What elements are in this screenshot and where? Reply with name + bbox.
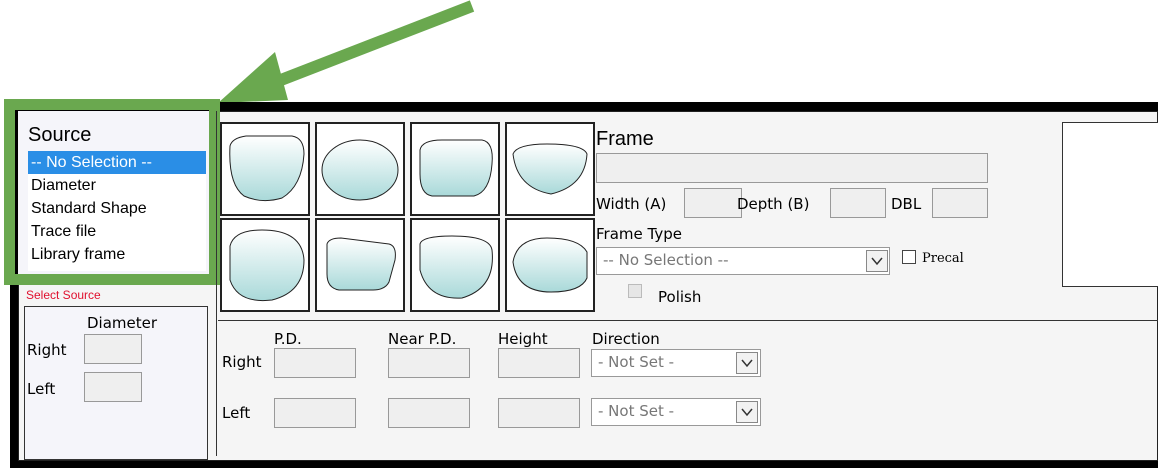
arrow-pointer-icon — [218, 0, 475, 103]
lens-shape-icon — [512, 237, 588, 293]
left-row-label: Left — [222, 404, 251, 422]
near-pd-header: Near P.D. — [388, 330, 457, 348]
right-height-input[interactable] — [498, 348, 580, 378]
frame-preview — [1062, 122, 1158, 287]
lens-shape-icon — [419, 139, 493, 197]
direction-header: Direction — [592, 330, 660, 348]
shape-tile[interactable] — [410, 122, 500, 216]
chevron-down-icon[interactable] — [866, 250, 888, 272]
width-input[interactable] — [684, 188, 742, 218]
right-direction-value: - Not Set - — [598, 353, 675, 371]
lens-shape-icon — [229, 229, 305, 302]
chevron-down-icon[interactable] — [736, 352, 758, 374]
left-pd-input[interactable] — [274, 398, 356, 428]
precal-checkbox[interactable] — [902, 250, 916, 264]
shape-tile[interactable] — [315, 218, 405, 312]
depth-input[interactable] — [830, 188, 886, 218]
polish-checkbox[interactable] — [628, 284, 642, 298]
left-direction-value: - Not Set - — [598, 402, 675, 420]
dbl-label: DBL — [891, 195, 922, 213]
diameter-right-label: Right — [27, 341, 67, 359]
frame-name-input[interactable] — [596, 153, 988, 183]
frame-type-value: -- No Selection -- — [603, 251, 729, 269]
shape-tile[interactable] — [220, 122, 310, 216]
left-near-pd-input[interactable] — [388, 398, 470, 428]
chevron-down-icon[interactable] — [736, 401, 758, 423]
pd-header: P.D. — [274, 330, 302, 348]
right-near-pd-input[interactable] — [388, 348, 470, 378]
shape-tile[interactable] — [220, 218, 310, 312]
lens-shape-icon — [512, 143, 588, 195]
right-row-label: Right — [222, 353, 262, 371]
diameter-left-input[interactable] — [84, 372, 142, 402]
width-label: Width (A) — [596, 195, 667, 213]
polish-label: Polish — [658, 288, 702, 306]
frame-type-select[interactable]: -- No Selection -- — [596, 247, 890, 275]
diameter-right-input[interactable] — [84, 334, 142, 364]
shape-tile[interactable] — [315, 122, 405, 216]
lens-shape-icon — [321, 139, 399, 201]
shape-tile[interactable] — [505, 122, 595, 216]
section-divider — [218, 320, 1158, 321]
lens-shape-icon — [326, 237, 396, 291]
left-height-input[interactable] — [498, 398, 580, 428]
lens-shape-icon — [419, 235, 493, 299]
depth-label: Depth (B) — [737, 195, 810, 213]
diameter-header: Diameter — [87, 314, 158, 332]
shape-tile[interactable] — [410, 218, 500, 312]
dbl-input[interactable] — [932, 188, 988, 218]
frame-type-label: Frame Type — [596, 225, 682, 243]
diameter-left-label: Left — [27, 380, 56, 398]
frame-title: Frame — [596, 128, 654, 150]
shape-tile[interactable] — [505, 218, 595, 312]
vertical-divider — [216, 111, 217, 456]
lens-shape-icon — [229, 135, 305, 202]
right-pd-input[interactable] — [274, 348, 356, 378]
select-source-warning: Select Source — [26, 288, 101, 302]
precal-label: Precal — [922, 251, 964, 266]
height-header: Height — [498, 330, 548, 348]
shape-grid — [220, 122, 595, 312]
highlight-box — [4, 99, 220, 285]
